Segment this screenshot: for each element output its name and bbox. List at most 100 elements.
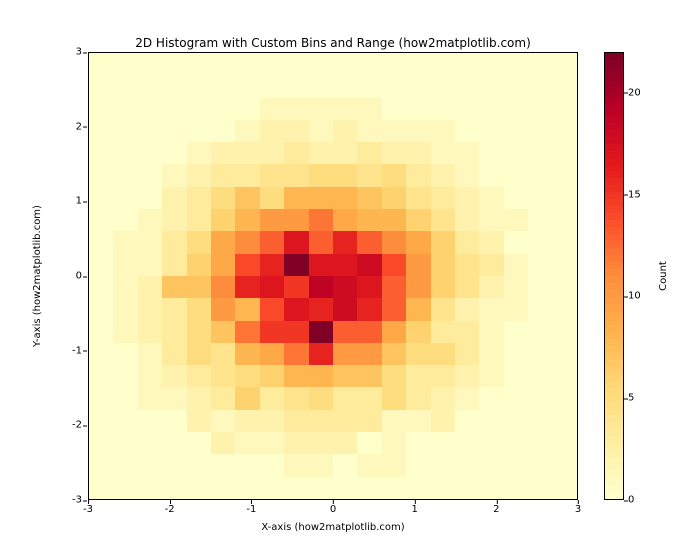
heatmap-cell [333, 276, 357, 298]
heatmap-cell [333, 254, 357, 276]
heatmap-cell [162, 343, 186, 365]
heatmap-cell [382, 343, 406, 365]
heatmap-cell [187, 298, 211, 320]
heatmap-cell [431, 254, 455, 276]
heatmap-cell [187, 120, 211, 142]
heatmap-cell [333, 321, 357, 343]
heatmap-cell [260, 120, 284, 142]
heatmap-cell [138, 387, 162, 409]
heatmap-cell [187, 387, 211, 409]
heatmap-cell [479, 365, 503, 387]
y-axis-label: Y-axis (how2matplotlib.com) [32, 52, 46, 500]
heatmap-cell [553, 276, 577, 298]
heatmap-cell [89, 410, 113, 432]
y-tick: 0 [58, 271, 82, 282]
heatmap-cell [528, 454, 552, 476]
heatmap-cell [504, 343, 528, 365]
x-tick: 3 [575, 504, 581, 515]
heatmap-cell [479, 343, 503, 365]
heatmap-cell [187, 454, 211, 476]
heatmap-cell [553, 343, 577, 365]
x-tick: -2 [165, 504, 175, 515]
heatmap-cell [504, 432, 528, 454]
heatmap-cell [479, 75, 503, 97]
heatmap-cell [455, 321, 479, 343]
heatmap-cell [357, 53, 381, 75]
heatmap-cell [382, 187, 406, 209]
heatmap-cell [528, 209, 552, 231]
heatmap-cell [211, 164, 235, 186]
heatmap-cell [431, 209, 455, 231]
heatmap-cell [479, 120, 503, 142]
heatmap-cell [260, 254, 284, 276]
heatmap-cell [528, 231, 552, 253]
heatmap-cell [382, 321, 406, 343]
heatmap-cell [260, 343, 284, 365]
heatmap-cell [138, 75, 162, 97]
heatmap-cell [553, 321, 577, 343]
heatmap-cell [431, 53, 455, 75]
heatmap-cell [504, 53, 528, 75]
y-tick: -1 [58, 345, 82, 356]
heatmap-cell [528, 298, 552, 320]
heatmap-cell [113, 432, 137, 454]
heatmap-cell [406, 477, 430, 499]
heatmap-cell [357, 387, 381, 409]
heatmap-cell [284, 142, 308, 164]
heatmap-cell [455, 365, 479, 387]
heatmap-cell [479, 477, 503, 499]
heatmap-cell [284, 410, 308, 432]
heatmap-cell [187, 231, 211, 253]
heatmap-cell [284, 164, 308, 186]
heatmap-cell [138, 298, 162, 320]
heatmap-cell [431, 454, 455, 476]
colorbar-tick: 5 [628, 393, 634, 404]
heatmap-cell [504, 298, 528, 320]
heatmap-cell [479, 209, 503, 231]
heatmap-cell [357, 254, 381, 276]
heatmap-cell [528, 254, 552, 276]
heatmap-cell [357, 477, 381, 499]
heatmap-cell [309, 75, 333, 97]
heatmap-cell [113, 142, 137, 164]
heatmap-cell [406, 231, 430, 253]
heatmap-cell [431, 343, 455, 365]
heatmap-cell [333, 454, 357, 476]
chart-title: 2D Histogram with Custom Bins and Range … [88, 36, 578, 50]
heatmap-cell [333, 120, 357, 142]
heatmap-cell [382, 75, 406, 97]
heatmap-cell [309, 209, 333, 231]
heatmap-cell [309, 343, 333, 365]
heatmap-cell [162, 254, 186, 276]
heatmap-cell [309, 231, 333, 253]
heatmap-cell [260, 276, 284, 298]
heatmap-cell [211, 53, 235, 75]
heatmap-cell [455, 98, 479, 120]
heatmap-cell [431, 365, 455, 387]
heatmap-cell [504, 142, 528, 164]
heatmap-cell [138, 343, 162, 365]
heatmap-cell [284, 254, 308, 276]
heatmap-cell [357, 98, 381, 120]
colorbar-tick: 20 [628, 87, 641, 98]
heatmap-cell [333, 142, 357, 164]
heatmap-cell [89, 387, 113, 409]
heatmap-cell [382, 432, 406, 454]
heatmap-cell [333, 187, 357, 209]
heatmap-cell [553, 98, 577, 120]
heatmap-cell [406, 343, 430, 365]
heatmap-cell [382, 298, 406, 320]
heatmap-cell [187, 254, 211, 276]
heatmap-cell [406, 432, 430, 454]
heatmap-cell [357, 231, 381, 253]
heatmap-cell [382, 120, 406, 142]
heatmap-cell [187, 410, 211, 432]
heatmap-cell [89, 298, 113, 320]
heatmap-cell [113, 387, 137, 409]
heatmap-cell [187, 75, 211, 97]
heatmap-cell [309, 98, 333, 120]
colorbar-tick: 10 [628, 291, 641, 302]
heatmap-cell [479, 164, 503, 186]
heatmap-cell [479, 187, 503, 209]
heatmap-cell [406, 75, 430, 97]
